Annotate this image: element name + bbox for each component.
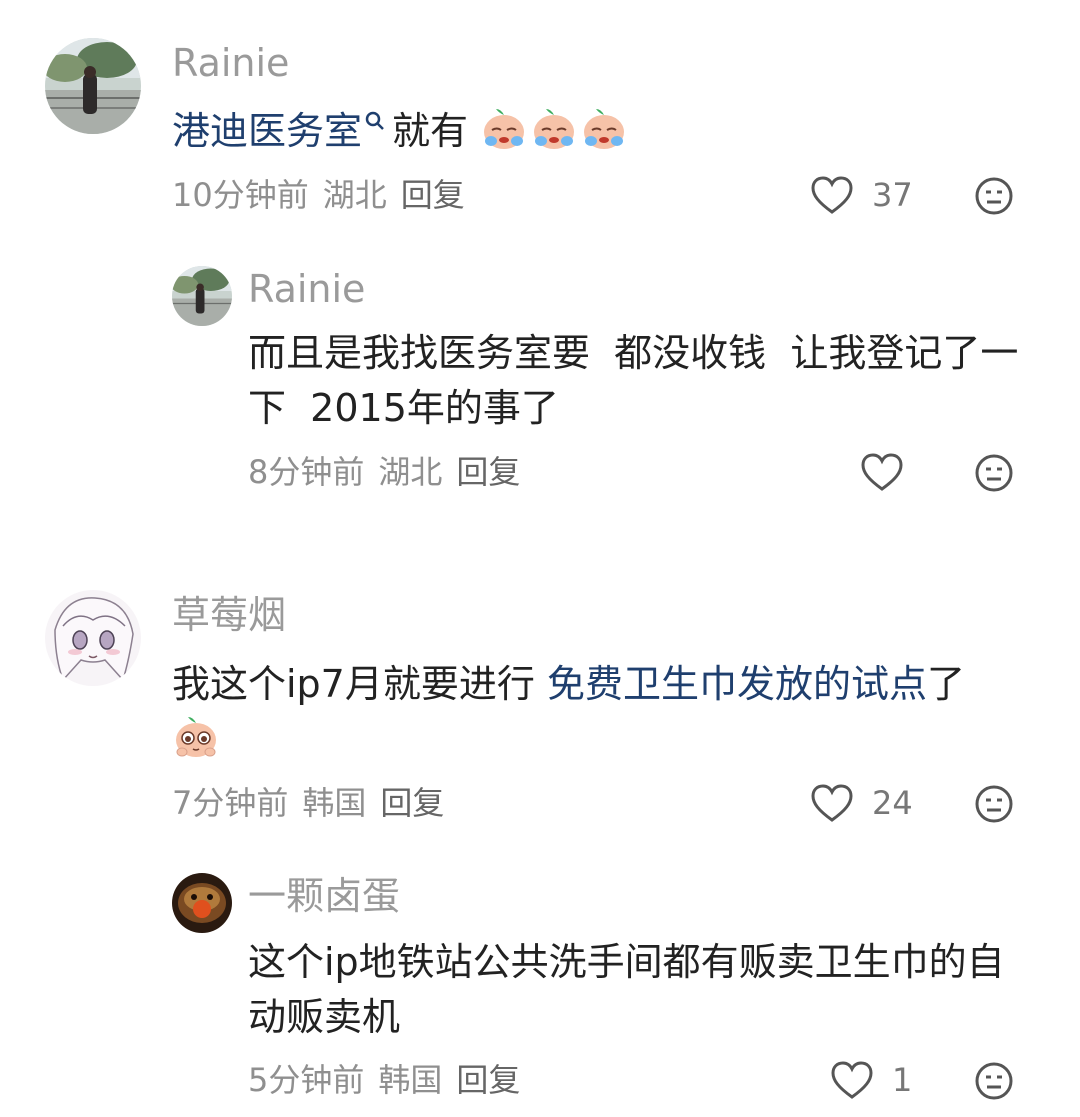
avatar[interactable] [172, 873, 232, 933]
location: 湖北 [378, 453, 443, 491]
location: 韩国 [378, 1061, 443, 1099]
reply-button[interactable]: 回复 [456, 453, 520, 491]
like-button[interactable]: 37 [810, 175, 913, 215]
heart-outline-icon [861, 453, 903, 491]
location: 韩国 [302, 784, 367, 822]
like-button[interactable]: 24 [810, 783, 913, 823]
crying-emoji [534, 109, 575, 149]
reply-button[interactable]: 回复 [456, 1061, 520, 1099]
reply-button[interactable]: 回复 [380, 784, 444, 822]
location: 湖北 [322, 176, 387, 214]
avatar[interactable] [45, 590, 141, 686]
comment-text: 我这个ip7月就要进行 免费卫生巾发放的试点了 [172, 657, 1012, 767]
pleading-emoji [176, 717, 216, 757]
neutral-face-icon[interactable] [974, 176, 1014, 216]
comment-text-head: 我这个ip7月就要进行 [172, 662, 547, 706]
neutral-face-icon[interactable] [974, 453, 1014, 493]
search-link[interactable]: 免费卫生巾发放的试点 [547, 662, 927, 706]
crying-emoji [584, 109, 625, 149]
avatar[interactable] [45, 38, 141, 134]
heart-outline-icon [811, 176, 853, 214]
neutral-face-icon[interactable] [974, 1061, 1014, 1101]
comment-meta: 8分钟前 湖北 回复 [248, 452, 534, 492]
username[interactable]: 草莓烟 [172, 592, 286, 638]
search-icon[interactable] [364, 110, 386, 132]
username[interactable]: Rainie [248, 266, 365, 312]
search-link[interactable]: 港迪医务室 [172, 109, 362, 153]
crying-emoji [484, 109, 525, 149]
username[interactable]: Rainie [172, 40, 289, 86]
like-count: 37 [872, 176, 913, 214]
comment-text: 而且是我找医务室要 都没收钱 让我登记了一下 2015年的事了 [248, 331, 1019, 430]
comment-meta: 10分钟前 湖北 回复 [172, 175, 479, 215]
comment-text: 这个ip地铁站公共洗手间都有贩卖卫生巾的自动贩卖机 [248, 940, 1005, 1039]
comment-meta: 5分钟前 韩国 回复 [248, 1060, 534, 1100]
timestamp: 8分钟前 [248, 453, 365, 491]
avatar[interactable] [172, 266, 232, 326]
comment-meta: 7分钟前 韩国 回复 [172, 783, 458, 823]
like-button[interactable]: 1 [830, 1060, 912, 1100]
neutral-face-icon[interactable] [974, 784, 1014, 824]
like-count: 24 [872, 784, 913, 822]
timestamp: 10分钟前 [172, 176, 309, 214]
comment-text-tail: 就有 [392, 109, 469, 153]
reply-button[interactable]: 回复 [401, 176, 465, 214]
username[interactable]: 一颗卤蛋 [248, 873, 400, 919]
like-button[interactable] [860, 452, 904, 492]
comment-text-tail: 了 [926, 662, 965, 706]
heart-outline-icon [831, 1061, 873, 1099]
timestamp: 7分钟前 [172, 784, 289, 822]
timestamp: 5分钟前 [248, 1061, 365, 1099]
comment-text: 港迪医务室 就有 [172, 104, 630, 159]
heart-outline-icon [811, 784, 853, 822]
like-count: 1 [892, 1061, 913, 1099]
